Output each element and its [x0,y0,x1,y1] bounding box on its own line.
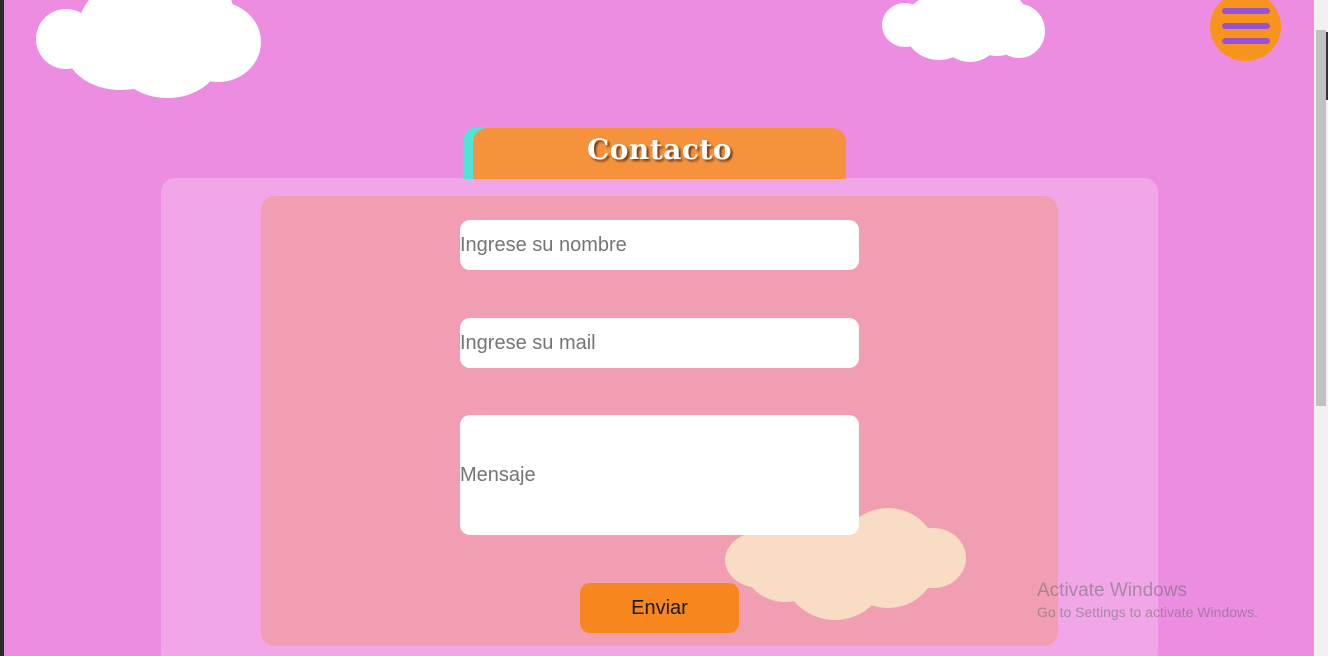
watermark-title: Activate Windows [1037,580,1187,601]
scrollbar-thumb[interactable] [1316,30,1326,406]
page-title: Contacto [586,133,733,166]
hamburger-menu-icon-bar [1222,23,1270,29]
message-textarea[interactable]: Mensaje [460,415,859,535]
name-input[interactable]: Ingrese su nombre [460,220,859,270]
message-textarea-placeholder: Mensaje [460,463,536,486]
email-input-placeholder: Ingrese su mail [460,331,596,354]
send-button-label: Enviar [631,596,688,619]
menu-button[interactable] [1210,0,1281,61]
send-button[interactable]: Enviar [580,583,739,633]
hamburger-menu-icon-bar [1222,38,1270,44]
watermark-subtitle: Go to Settings to activate Windows. [1037,604,1258,620]
windows-activation-watermark: Activate Windows Go to Settings to activ… [1037,580,1258,620]
hamburger-menu-icon [1222,8,1270,14]
name-input-placeholder: Ingrese su nombre [460,233,627,256]
window-left-edge [0,0,4,656]
email-input[interactable]: Ingrese su mail [460,318,859,368]
